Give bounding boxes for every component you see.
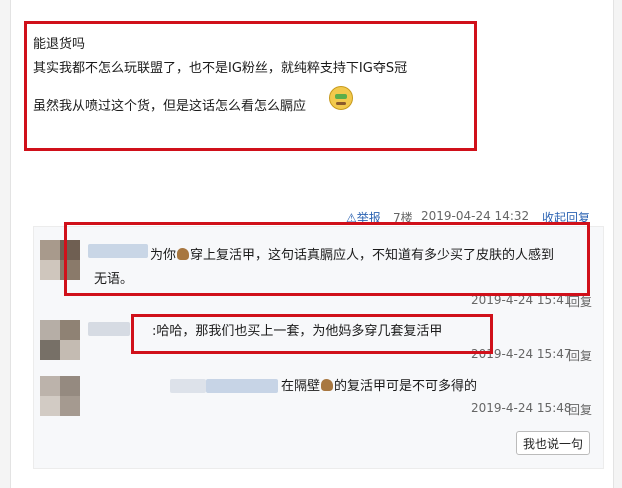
reply-text-3-part-a: 在隔壁 [281,379,321,394]
highlight-box-reply-1 [64,222,590,296]
highlight-box-reply-2 [131,314,493,354]
reply-text-3-part-b: 的复活甲可是不可多得的 [334,379,478,394]
highlight-box-post [24,21,477,151]
blurred-username [206,379,278,393]
post-timestamp: 2019-04-24 14:32 [421,209,530,223]
blurred-username [170,379,206,393]
avatar[interactable] [40,376,80,416]
reply-button-2[interactable]: 回复 [568,347,592,364]
reply-time-3: 2019-4-24 15:48 [471,401,572,415]
avatar[interactable] [40,320,80,360]
reply-button-3[interactable]: 回复 [568,401,592,418]
reply-text-3: 在隔壁 的复活甲可是不可多得的 [281,378,477,396]
horse-icon [321,379,334,391]
write-reply-button[interactable]: 我也说一句 [516,431,590,455]
blurred-username [88,322,130,336]
